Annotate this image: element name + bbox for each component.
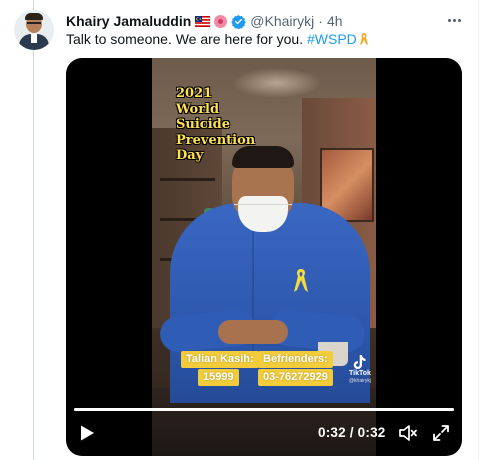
volume-muted-icon[interactable]	[398, 423, 418, 443]
play-icon[interactable]	[78, 424, 96, 442]
talian-kasih-label: Talian Kasih:	[181, 351, 259, 368]
befrienders-label: Befrienders:	[258, 351, 333, 368]
tweet-timestamp[interactable]: 4h	[327, 13, 343, 29]
header-separator: ·	[318, 13, 323, 29]
overlay-title-line: Day	[176, 148, 204, 163]
avatar[interactable]	[14, 10, 54, 50]
talian-kasih-number: 15999	[198, 369, 239, 386]
ribbon-icon	[359, 33, 368, 45]
more-options-icon[interactable]	[444, 12, 464, 28]
author-handle[interactable]: @Khairykj	[250, 13, 314, 29]
video-progress-fill	[74, 408, 454, 411]
hibiscus-icon	[214, 14, 228, 28]
befrienders-number: 03-76272929	[258, 369, 333, 386]
tiktok-logo-icon	[353, 355, 366, 369]
thread-line	[33, 0, 34, 460]
tweet-text: Talk to someone. We are here for you.	[66, 31, 307, 47]
video-player[interactable]: 2021 World Suicide Prevention Day Talian…	[66, 58, 462, 456]
column-divider	[478, 0, 479, 460]
overlay-title-line: 2021	[176, 86, 213, 101]
overlay-title-line: Suicide	[176, 117, 230, 132]
author-name[interactable]: Khairy Jamaluddin	[66, 13, 191, 29]
hashtag-link[interactable]: #WSPD	[307, 31, 357, 47]
verified-badge-icon	[231, 14, 247, 29]
tweet-header: Khairy Jamaluddin @Khairykj · 4h	[66, 12, 343, 30]
video-frame[interactable]: 2021 World Suicide Prevention Day Talian…	[152, 58, 376, 456]
overlay-title-line: World	[176, 101, 220, 117]
video-progress-bar[interactable]	[74, 408, 454, 411]
video-time-display: 0:32 / 0:32	[318, 425, 386, 440]
yellow-ribbon-icon	[294, 269, 308, 292]
tiktok-brand: TikTok	[349, 370, 371, 377]
overlay-title-line: Prevention	[176, 132, 256, 148]
tweet-body: Talk to someone. We are here for you. #W…	[66, 29, 369, 49]
malaysia-flag-icon	[195, 15, 211, 27]
video-overlay-title: 2021 World Suicide Prevention Day	[176, 86, 255, 164]
tiktok-watermark: TikTok @khairykj	[348, 354, 372, 384]
tiktok-username: @khairykj	[348, 378, 372, 384]
fullscreen-icon[interactable]	[431, 423, 451, 443]
